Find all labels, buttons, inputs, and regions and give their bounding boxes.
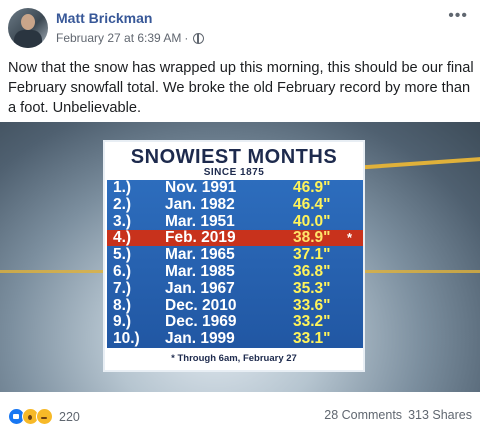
- month-label: Dec. 2010: [165, 296, 237, 314]
- ranking-row: 5.) Mar. 1965 37.1": [107, 247, 363, 263]
- rank-label: 10.): [113, 330, 140, 348]
- snowfall-amount: 33.1": [293, 330, 331, 348]
- ranking-row: 6.) Mar. 1985 36.8": [107, 264, 363, 280]
- reaction-count: 220: [59, 409, 80, 424]
- more-options-button[interactable]: •••: [448, 8, 468, 24]
- rank-label: 7.): [113, 279, 132, 297]
- shares-link[interactable]: 313 Shares: [408, 408, 472, 422]
- ranking-row: 10.) Jan. 1999 33.1": [107, 331, 363, 347]
- rank-label: 3.): [113, 212, 132, 230]
- ranking-row: 2.) Jan. 1982 46.4": [107, 195, 363, 213]
- month-label: Mar. 1951: [165, 212, 235, 230]
- comments-link[interactable]: 28 Comments: [324, 408, 402, 422]
- engagement-counts: 28 Comments 313 Shares: [324, 408, 472, 422]
- ranking-row: 7.) Jan. 1967 35.3": [107, 279, 363, 297]
- month-label: Mar. 1985: [165, 263, 235, 280]
- avatar-body: [14, 30, 42, 48]
- post-meta: February 27 at 6:39 AM ·: [56, 31, 205, 45]
- meta-separator: ·: [184, 31, 189, 45]
- month-label: Nov. 1991: [165, 179, 237, 196]
- snowfall-amount: 46.4": [293, 195, 331, 213]
- post-header: Matt Brickman February 27 at 6:39 AM · •…: [0, 0, 480, 48]
- rank-label: 2.): [113, 195, 132, 213]
- rank-label: 1.): [113, 179, 132, 196]
- rank-label: 6.): [113, 263, 132, 280]
- avatar-head: [21, 14, 35, 30]
- rank-label: 8.): [113, 296, 132, 314]
- graphic-title: SNOWIEST MONTHS: [130, 146, 338, 168]
- snowfall-amount: 35.3": [293, 279, 331, 297]
- footnote-marker: *: [347, 230, 353, 246]
- ranking-row: 3.) Mar. 1951 40.0": [107, 212, 363, 230]
- month-label: Mar. 1965: [165, 246, 235, 264]
- author-name[interactable]: Matt Brickman: [56, 10, 152, 26]
- sad-icon: [36, 408, 53, 425]
- reactions-summary[interactable]: 220: [8, 408, 80, 425]
- rank-label: 9.): [113, 313, 132, 331]
- rank-label: 4.): [113, 229, 132, 247]
- ranking-table: 1.) Nov. 1991 46.9" 2.) Jan. 1982 46.4" 3.) Mar…: [107, 180, 363, 348]
- graphic-footnote: * Through 6am, February 27: [171, 353, 297, 364]
- snowfall-amount: 38.9": [293, 229, 331, 247]
- rank-label: 5.): [113, 246, 132, 264]
- month-label: Jan. 1999: [165, 330, 235, 348]
- snowfall-amount: 33.6": [293, 296, 331, 314]
- ranking-row: 9.) Dec. 1969 33.2": [107, 314, 363, 330]
- month-label: Jan. 1982: [165, 195, 235, 213]
- post-photo[interactable]: SNOWIEST MONTHS SINCE 1875 1.) Nov. 1991 4…: [0, 122, 480, 392]
- snowfall-amount: 36.8": [293, 263, 331, 280]
- post-timestamp[interactable]: February 27 at 6:39 AM: [56, 31, 181, 45]
- month-label: Jan. 1967: [165, 279, 235, 297]
- month-label: Feb. 2019: [165, 229, 236, 247]
- globe-icon[interactable]: [193, 32, 205, 44]
- snowfall-amount: 33.2": [293, 313, 331, 331]
- graphic-subtitle: SINCE 1875: [203, 167, 265, 178]
- month-label: Dec. 1969: [165, 313, 237, 331]
- ranking-row: 1.) Nov. 1991 46.9": [107, 180, 363, 196]
- snowfall-amount: 46.9": [293, 179, 331, 196]
- post-footer: 220 28 Comments 313 Shares: [0, 398, 480, 431]
- avatar[interactable]: [8, 8, 48, 48]
- snowfall-amount: 37.1": [293, 246, 331, 264]
- snowiest-months-graphic: SNOWIEST MONTHS SINCE 1875 1.) Nov. 1991 4…: [103, 140, 365, 372]
- post-text: Now that the snow has wrapped up this mo…: [8, 60, 474, 116]
- ranking-row: 4.) Feb. 2019 38.9" *: [107, 229, 363, 247]
- snowfall-amount: 40.0": [293, 212, 331, 230]
- ranking-row: 8.) Dec. 2010 33.6": [107, 296, 363, 314]
